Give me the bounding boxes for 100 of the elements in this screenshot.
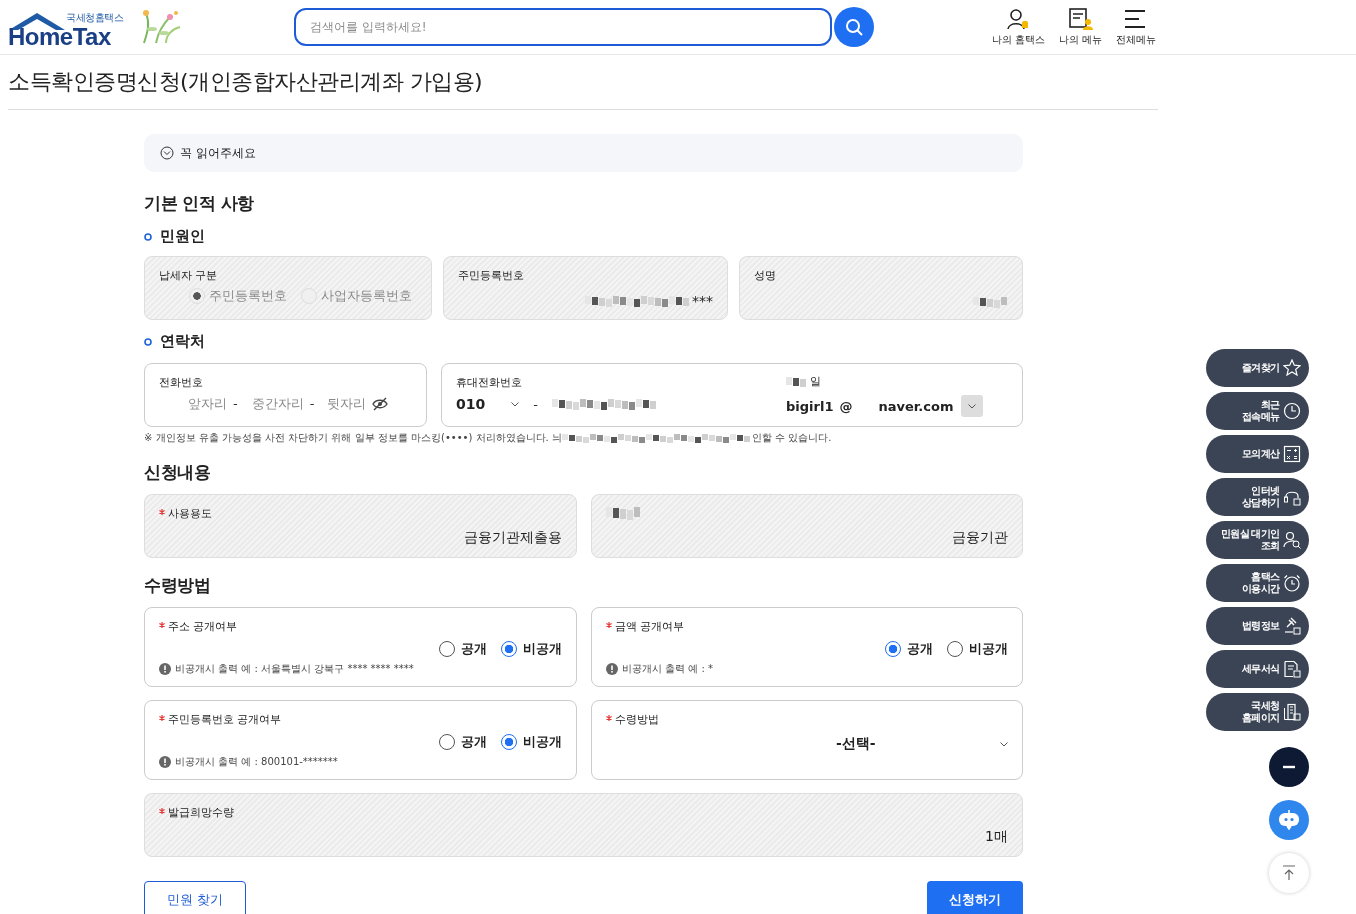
quick-menu-button[interactable]: 홈택스 이용시간 [1206, 564, 1309, 602]
nav-link[interactable]: 전체메뉴 [1116, 7, 1157, 47]
quick-menu-button[interactable]: 인터넷 상담하기 [1206, 478, 1309, 516]
area-code-select[interactable]: 010 [456, 396, 520, 412]
field-label: 금액 공개여부 [615, 618, 685, 634]
privacy-note: 인할 수 있습니다. [751, 431, 832, 445]
notice-label: 꼭 읽어주세요 [180, 144, 256, 162]
bullet-icon [144, 232, 152, 241]
subsection-title: 민원인 [160, 227, 205, 246]
chatbot-button[interactable] [1269, 800, 1309, 840]
robot-icon [1278, 810, 1300, 830]
field-label: 사용용도 [168, 505, 212, 521]
section-title: 신청내용 [144, 461, 211, 484]
clock-icon [1283, 402, 1301, 420]
radio-button[interactable] [947, 641, 963, 657]
radio-label[interactable]: 비공개 [523, 733, 562, 751]
field-value: 1매 [985, 828, 1008, 846]
info-icon [159, 663, 171, 675]
contact-field[interactable]: 휴대전화번호 010 - 일 bigirl1 @ naver.com [441, 363, 1023, 427]
radio-button[interactable] [439, 641, 455, 657]
field-label: 발급희망수량 [168, 804, 234, 820]
quick-menu-button[interactable]: 즐겨찾기 [1206, 349, 1309, 387]
hint-text: 비공개시 출력 예 : 800101-******* [175, 755, 338, 769]
person-search-icon [1283, 531, 1301, 549]
search-civil-button[interactable]: 민원 찾기 [144, 881, 247, 914]
chevron-down-icon [511, 401, 520, 407]
at-sign: @ [839, 398, 853, 414]
subsection-title: 연락처 [160, 332, 205, 351]
quick-menu-button[interactable]: 민원실 대기인 조회 [1206, 521, 1309, 559]
field-label: 일 [810, 374, 821, 389]
search-field[interactable]: 검색어를 입력하세요! [294, 8, 832, 46]
quick-menu-button[interactable]: 최근 접속메뉴 [1206, 392, 1309, 430]
document-icon [1283, 660, 1301, 678]
logo-text: HomeTax [8, 23, 111, 51]
bullet-icon [144, 337, 152, 346]
privacy-note: ※ 개인정보 유출 가능성을 사전 차단하기 위해 일부 정보를 마스킹(••••) 처리하였습니다. 늬 [144, 431, 562, 445]
collapse-button[interactable] [1269, 747, 1309, 787]
arrow-up-icon [1282, 865, 1296, 881]
phone-input[interactable]: 뒷자리 [320, 396, 367, 411]
pixelated-redaction [606, 505, 641, 521]
field-value: 금융기관 [952, 529, 1008, 547]
phone-input[interactable]: 앞자리 [187, 396, 227, 411]
nav-link[interactable]: 나의 메뉴 [1059, 7, 1103, 47]
field-label: 휴대전화번호 [456, 374, 522, 390]
separator: - [533, 396, 538, 412]
select-dropdown[interactable]: -선택- [606, 735, 1008, 753]
radio-button[interactable] [439, 734, 455, 750]
nav-link[interactable]: 나의 홈택스 [992, 7, 1046, 47]
radio-label[interactable]: 비공개 [523, 640, 562, 658]
section-title: 기본 인적 사항 [144, 192, 255, 215]
radio-label[interactable]: 공개 [907, 640, 933, 658]
field-label: 성명 [754, 267, 776, 283]
email-id: bigirl1 [786, 398, 834, 414]
page-title: 소득확인증명신청(개인종합자산관리계좌 가입용) [8, 67, 1158, 110]
form-field[interactable]: 금액 공개여부 공개 비공개 비공개시 출력 예 : * [591, 607, 1023, 687]
email-domain: naver.com [878, 398, 954, 414]
field-label: 전화번호 [159, 374, 203, 390]
radio-label[interactable]: 공개 [461, 733, 487, 751]
separator: - [309, 396, 315, 411]
alarm-clock-icon [1283, 574, 1301, 592]
phone-input[interactable]: 중간자리 [243, 396, 304, 411]
phone-field[interactable]: 전화번호 앞자리 - 중간자리 - 뒷자리 [144, 363, 427, 427]
field-label: 수령방법 [615, 711, 659, 727]
calculator-icon [1283, 445, 1301, 463]
section-title: 수령방법 [144, 574, 211, 597]
submit-button[interactable]: 신청하기 [927, 881, 1023, 914]
hint-text: 비공개시 출력 예 : * [622, 662, 714, 676]
quick-menu-button[interactable]: 국세청 홈페이지 [1206, 693, 1309, 731]
search-button[interactable] [834, 7, 874, 47]
quick-menu-button[interactable]: 법령정보 [1206, 607, 1309, 645]
radio-button[interactable] [501, 641, 517, 657]
radio-button[interactable] [885, 641, 901, 657]
field-value: 금융기관제출용 [464, 529, 562, 547]
field-label: 주소 공개여부 [168, 618, 238, 634]
separator: - [233, 396, 238, 411]
radio-label[interactable]: 비공개 [969, 640, 1008, 658]
pixelated-redaction [786, 374, 807, 389]
form-field[interactable]: 주소 공개여부 공개 비공개 비공개시 출력 예 : 서울특별시 강북구 **** **** **** [144, 607, 577, 687]
gavel-icon [1283, 617, 1301, 635]
quick-menu-button[interactable]: 모의계산 [1206, 435, 1309, 473]
field-label: 주민등록번호 [458, 267, 524, 283]
quick-menu-button[interactable]: 세무서식 [1206, 650, 1309, 688]
form-field[interactable]: 주민등록번호 공개여부 공개 비공개 비공개시 출력 예 : 800101-******* [144, 700, 577, 780]
building-icon [1283, 703, 1301, 721]
eye-hidden-icon[interactable] [372, 396, 389, 411]
radio-label[interactable]: 공개 [461, 640, 487, 658]
radio-button[interactable] [501, 734, 517, 750]
search-icon [845, 18, 863, 36]
field-label: 납세자 구분 [159, 267, 218, 283]
document-user-icon [1067, 7, 1094, 31]
field-value: *** [692, 293, 713, 309]
logo-caption: 국세청홈택스 [66, 11, 123, 25]
star-icon [1283, 359, 1301, 377]
chevron-icon [160, 146, 174, 160]
form-field[interactable]: 수령방법 -선택- [591, 700, 1023, 780]
chevron-down-icon [1000, 741, 1008, 747]
chevron-down-icon [968, 403, 977, 409]
notice-bar[interactable]: 꼭 읽어주세요 [144, 134, 1023, 172]
pixelated-redaction [973, 295, 1008, 309]
info-icon [159, 756, 171, 768]
